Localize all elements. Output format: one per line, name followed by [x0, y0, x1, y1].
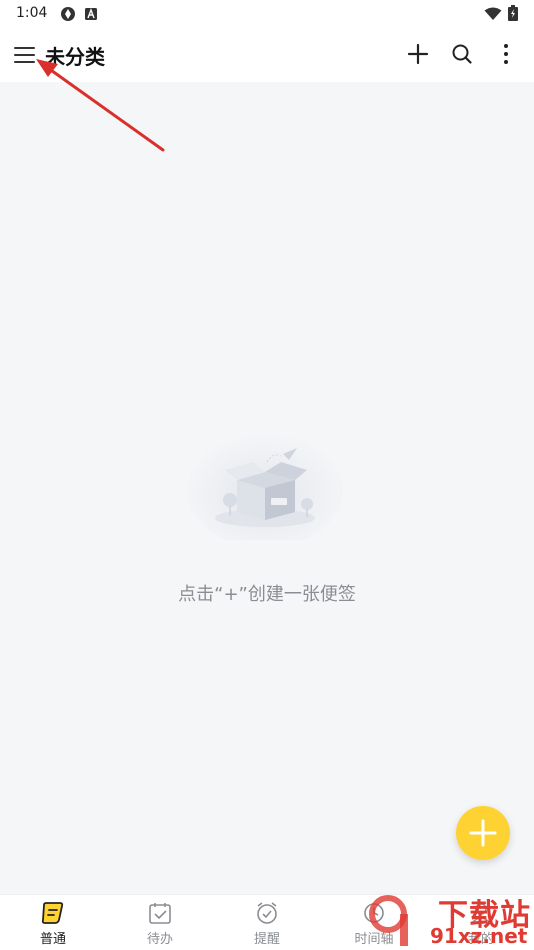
battery-icon	[508, 5, 518, 25]
add-button[interactable]	[405, 41, 431, 67]
hamburger-menu-icon	[14, 47, 35, 63]
wifi-icon	[484, 6, 502, 25]
nav-item-todo[interactable]: 待办	[125, 901, 195, 950]
nav-item-normal[interactable]: 普通	[18, 901, 88, 950]
alarm-clock-icon	[257, 902, 277, 924]
watermark-text-en: 91xz.net	[430, 924, 528, 948]
page-title: 未分类	[45, 45, 105, 69]
empty-box-illustration	[185, 430, 345, 548]
more-vertical-icon	[504, 44, 508, 64]
app-bar: 未分类	[0, 28, 534, 82]
nav-label-todo: 待办	[146, 932, 173, 947]
status-time: 1:04	[16, 5, 48, 21]
empty-state-message: 点击“+”创建一张便签	[178, 584, 356, 605]
watermark-logo-icon	[369, 895, 408, 946]
note-icon	[41, 902, 64, 924]
a-badge-icon	[84, 6, 98, 26]
search-button[interactable]	[449, 41, 475, 67]
add-icon	[469, 819, 497, 847]
status-bar: 1:04	[0, 0, 534, 28]
more-options-button[interactable]	[493, 41, 519, 67]
nav-label-normal: 普通	[39, 932, 66, 947]
notes-list-area: 点击“+”创建一张便签	[0, 82, 534, 894]
add-icon	[407, 43, 429, 65]
site-watermark: 下载站 91xz.net	[360, 888, 534, 950]
menu-button[interactable]	[12, 42, 38, 68]
nav-item-reminder[interactable]: 提醒	[232, 901, 302, 950]
todo-calendar-icon	[149, 903, 171, 924]
search-icon	[452, 44, 472, 64]
create-note-fab[interactable]	[456, 806, 510, 860]
nav-label-reminder: 提醒	[253, 932, 280, 947]
sync-icon	[60, 6, 76, 26]
